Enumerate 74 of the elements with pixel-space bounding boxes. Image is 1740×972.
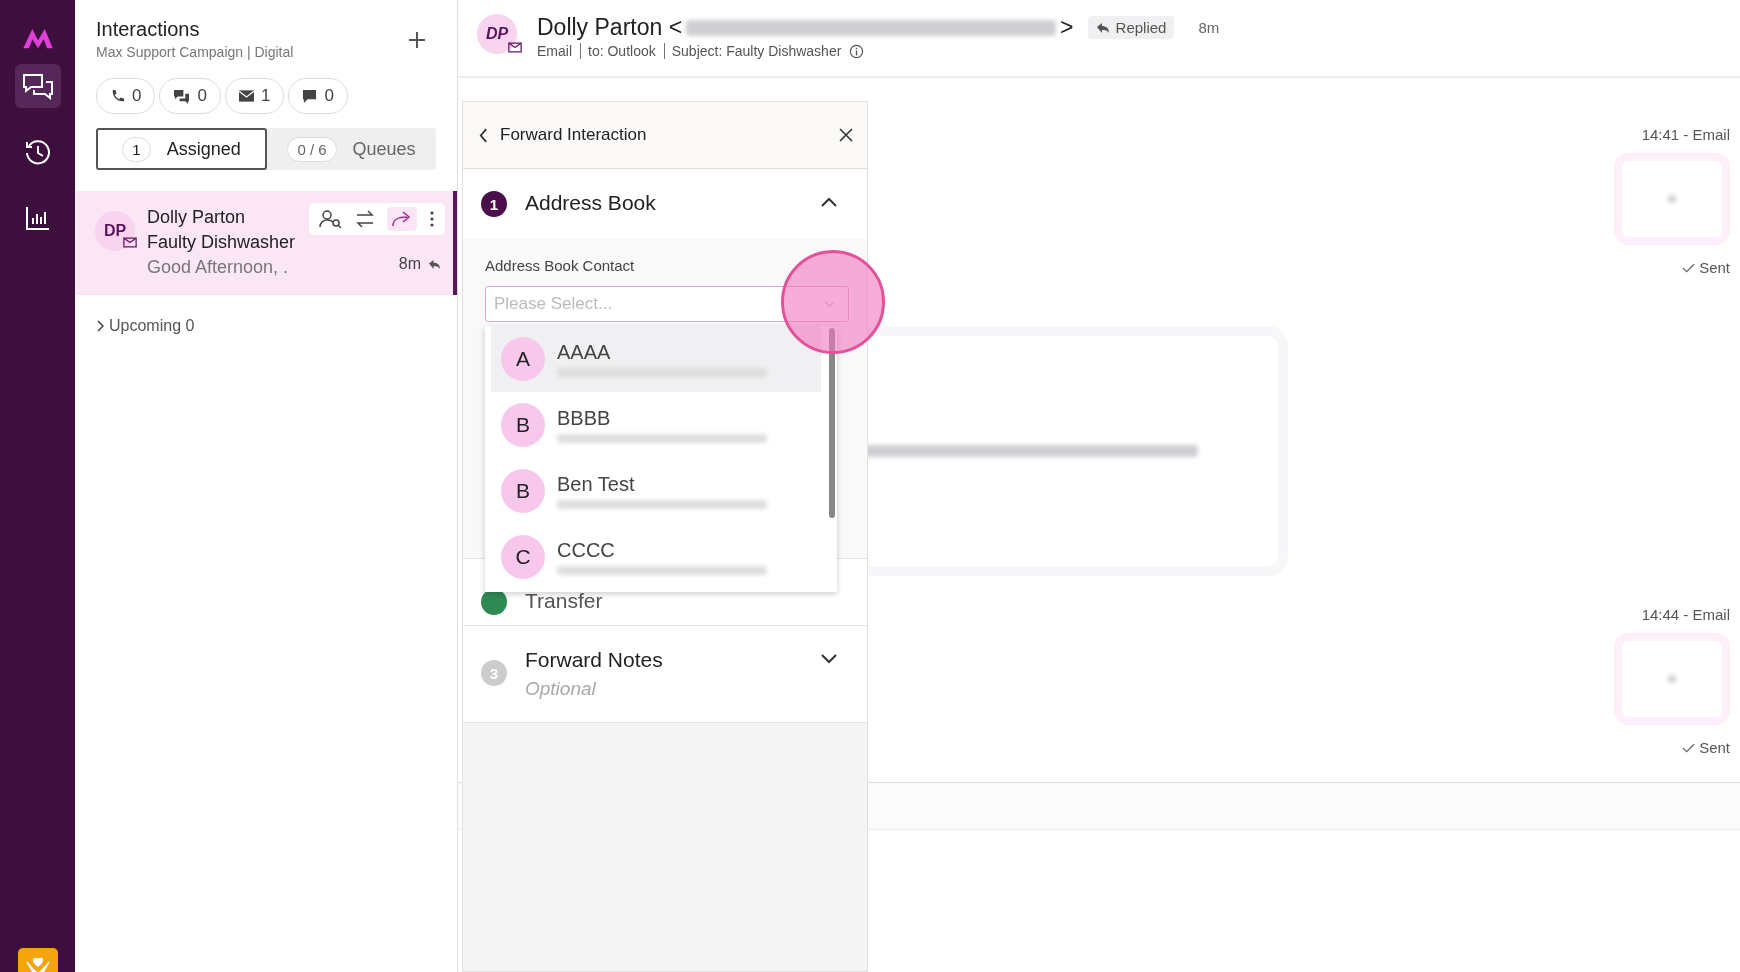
contact-option[interactable]: B Ben Test: [491, 458, 821, 524]
blurred-text: [1668, 675, 1676, 683]
avatar: A: [501, 337, 545, 381]
contact-option[interactable]: B BBBB: [491, 392, 821, 458]
tab[interactable]: 1 Assigned: [96, 128, 267, 170]
check-icon: [1682, 262, 1696, 273]
tab[interactable]: 0 / 6 Queues: [267, 128, 436, 170]
close-icon[interactable]: [839, 128, 853, 142]
history-icon: [23, 138, 52, 166]
hands-heart-icon[interactable]: [17, 948, 58, 972]
delivery-status: Sent: [1699, 259, 1730, 276]
user-search-icon[interactable]: [319, 209, 343, 229]
check-icon: [1682, 742, 1696, 753]
message-timestamp: 14:41 - Email: [1641, 126, 1730, 143]
step-number: 1: [481, 191, 507, 217]
phone-icon: [110, 88, 125, 104]
chevron-right-icon: [97, 320, 105, 332]
field-label: Address Book Contact: [485, 257, 636, 274]
status-badge: Replied: [1087, 16, 1175, 39]
chevron-up-icon[interactable]: [821, 197, 837, 207]
avatar: C: [501, 535, 545, 579]
angle-bracket: >: [1060, 14, 1074, 41]
elapsed-time: 8m: [398, 255, 421, 273]
avatar: DP: [477, 14, 517, 54]
subject: Faulty Dishwasher: [147, 231, 296, 254]
envelope-icon: [123, 237, 137, 248]
message-icon: [302, 88, 318, 104]
forward-arrow-icon: [391, 210, 413, 228]
contact-option[interactable]: A AAAA: [491, 326, 821, 392]
panel-title: Forward Interaction: [500, 125, 648, 145]
plus-icon[interactable]: [407, 30, 427, 50]
contact-name: CCCC: [557, 539, 616, 562]
avatar: B: [501, 403, 545, 447]
message-timestamp: 14:44 - Email: [1641, 606, 1730, 623]
section-title: Forward Notes: [525, 648, 664, 672]
scrollbar-thumb[interactable]: [829, 328, 835, 518]
contact-select[interactable]: Please Select...: [485, 286, 849, 322]
envelope-icon: [508, 42, 522, 53]
reply-arrow-icon: [428, 259, 441, 270]
chevron-down-icon: [824, 301, 835, 308]
message-preview: Good Afternoon, .: [147, 256, 290, 279]
reply-arrow-icon: [1095, 21, 1110, 34]
forward-button[interactable]: [387, 207, 417, 231]
interaction-card[interactable]: DP Dolly Parton Faulty Dishwasher Good Afternoon, . 8m: [75, 191, 457, 295]
chat-icon: [173, 88, 191, 104]
info-icon[interactable]: [849, 43, 865, 59]
section-title: Address Book: [525, 191, 657, 215]
contact-name: Dolly Parton: [147, 206, 247, 229]
contact-name: Ben Test: [557, 473, 636, 496]
avatar: DP: [95, 211, 135, 251]
more-vertical-icon[interactable]: [429, 210, 435, 228]
meta-text: to: Outlook: [580, 43, 656, 59]
campaign-subtitle: Max Support Campaign | Digital: [96, 44, 295, 60]
transfer-arrows-icon[interactable]: [355, 210, 375, 228]
delivery-status: Sent: [1699, 739, 1730, 756]
chat-bubbles-icon: [21, 72, 54, 100]
bar-chart-icon: [23, 204, 52, 232]
contact-name: BBBB: [557, 407, 612, 430]
avatar: B: [501, 469, 545, 513]
panel-title: Interactions: [96, 18, 201, 41]
chevron-down-icon[interactable]: [821, 654, 837, 664]
back-chevron-icon[interactable]: [479, 127, 488, 143]
meta-text: Email: [537, 43, 572, 59]
meta-text: Subject: Faulty Dishwasher: [663, 43, 842, 59]
elapsed-time: 8m: [1198, 19, 1220, 36]
section-subtitle: Optional: [525, 678, 597, 700]
envelope-icon: [238, 90, 254, 102]
nav-button[interactable]: [14, 64, 61, 108]
contact-option[interactable]: C CCCC: [491, 524, 821, 590]
upcoming-toggle[interactable]: Upcoming 0: [75, 295, 457, 335]
contact-name: AAAA: [557, 341, 612, 364]
contact-name: Dolly Parton <: [537, 14, 683, 41]
blurred-text: [1668, 195, 1676, 203]
section-title: Transfer: [525, 589, 604, 613]
